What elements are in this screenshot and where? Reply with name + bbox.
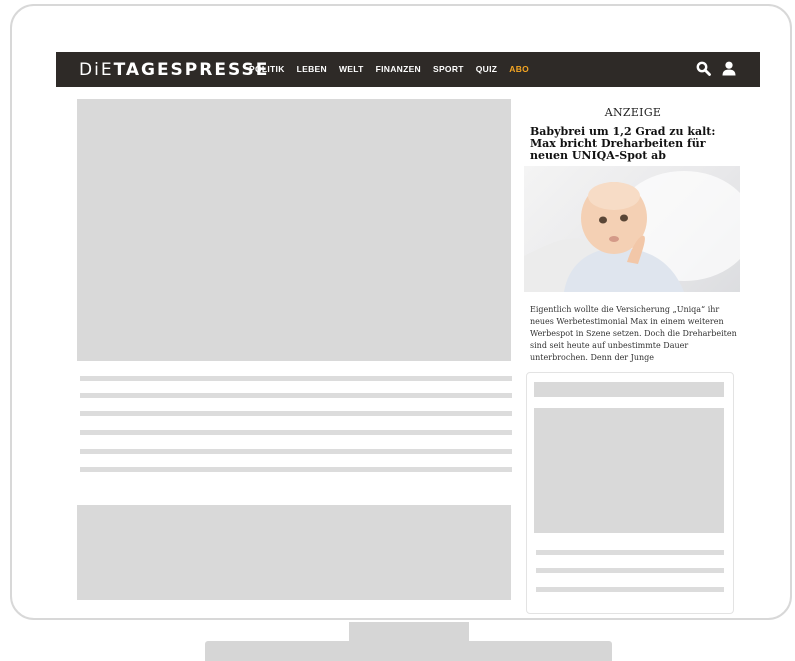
nav-item-welt[interactable]: WELT [339, 64, 364, 74]
sidebar-widget [526, 372, 734, 614]
nav-item-sport[interactable]: SPORT [433, 64, 464, 74]
second-article-image-placeholder [77, 505, 511, 600]
nav-icons [696, 61, 736, 76]
text-line-placeholder [80, 393, 512, 398]
nav-item-leben[interactable]: LEBEN [297, 64, 327, 74]
article-image-placeholder [77, 99, 511, 361]
nav-item-quiz[interactable]: QUIZ [476, 64, 498, 74]
text-line-placeholder [536, 550, 724, 555]
logo-prefix: DiE [79, 60, 114, 80]
text-line-placeholder [80, 411, 512, 416]
nav-item-politik[interactable]: POLITIK [249, 64, 285, 74]
ad-teaser-text: Eigentlich wollte die Versicherung „Uniq… [530, 305, 737, 362]
ad-image[interactable] [524, 166, 740, 292]
widget-image-placeholder [534, 408, 724, 533]
nav-item-abo[interactable]: ABO [509, 64, 529, 74]
text-line-placeholder [80, 449, 512, 454]
ad-headline[interactable]: Babybrei um 1,2 Grad zu kalt: Max bricht… [530, 126, 736, 162]
text-line-placeholder [536, 587, 724, 592]
search-icon[interactable] [696, 61, 711, 76]
main-menu: POLITIK LEBEN WELT FINANZEN SPORT QUIZ A… [249, 64, 529, 74]
monitor-stand-neck [349, 622, 469, 641]
monitor-stand-base [205, 641, 612, 661]
text-line-placeholder [536, 568, 724, 573]
top-navigation-bar: DiETAGESPRESSE POLITIK LEBEN WELT FINANZ… [56, 52, 760, 87]
nav-item-finanzen[interactable]: FINANZEN [376, 64, 421, 74]
text-line-placeholder [80, 376, 512, 381]
widget-title-placeholder [534, 382, 724, 397]
ad-label: ANZEIGE [604, 106, 662, 119]
user-icon[interactable] [722, 61, 736, 76]
site-logo[interactable]: DiETAGESPRESSE [79, 60, 269, 80]
logo-name: TAGESPRESSE [113, 60, 270, 80]
advertisement[interactable]: ANZEIGE Babybrei um 1,2 Grad zu kalt: Ma… [524, 100, 742, 364]
text-line-placeholder [80, 467, 512, 472]
baby-photo [524, 171, 740, 292]
text-line-placeholder [80, 430, 512, 435]
